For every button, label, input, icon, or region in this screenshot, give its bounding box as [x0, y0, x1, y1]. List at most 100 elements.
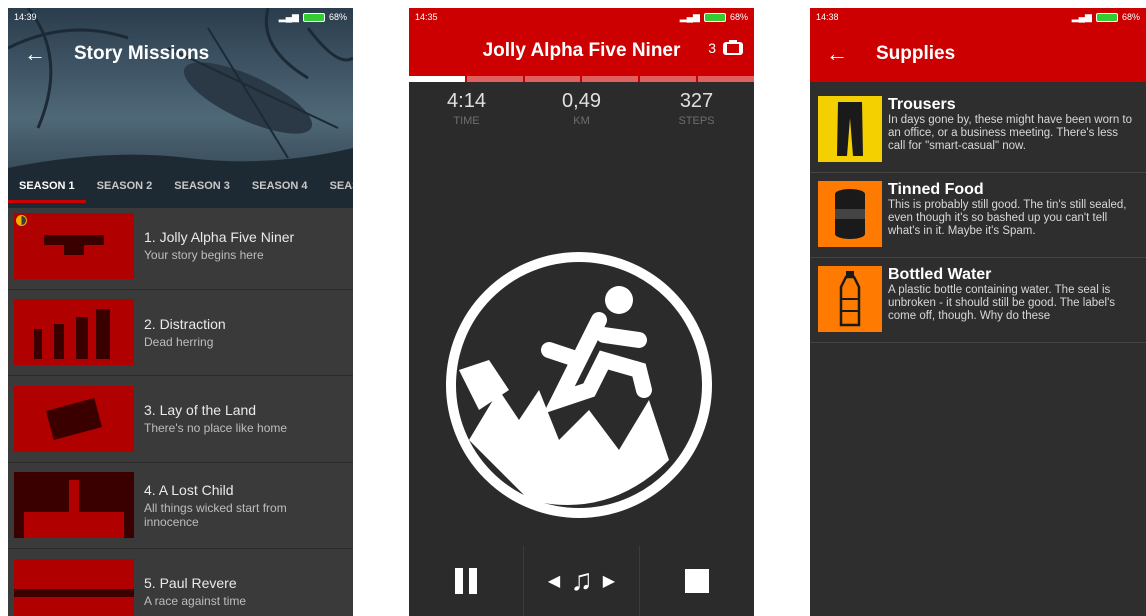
supplies-count: 3: [708, 40, 716, 56]
status-time: 14:35: [415, 12, 438, 22]
tab-season-2[interactable]: SEASON 2: [86, 173, 164, 203]
story-missions-screen: 14:39 ▂▄▆ 68% ← Story Missions SEASON 1 …: [8, 8, 353, 616]
stat-steps: 327 STEPS: [647, 90, 747, 127]
backpack-icon: [723, 40, 743, 55]
music-controls[interactable]: ◀ ♫ ▶: [524, 546, 640, 616]
mission-title: 2. Distraction: [144, 315, 226, 332]
volume-down-icon[interactable]: ◀: [548, 571, 560, 591]
mission-subtitle: All things wicked start from innocence: [144, 500, 287, 529]
mission-title: 4. A Lost Child: [144, 481, 234, 498]
list-item[interactable]: Trousers In days gone by, these might ha…: [810, 88, 1146, 173]
battery-icon: [703, 12, 726, 22]
mission-title: 5. Paul Revere: [144, 575, 237, 592]
list-item[interactable]: 2. Distraction Dead herring: [8, 290, 353, 376]
stat-time: 4:14 TIME: [417, 90, 517, 127]
run-controls: ◀ ♫ ▶: [409, 546, 754, 616]
app-header: 14:38 ▂▄▆ 68% ← Supplies: [810, 8, 1146, 82]
mission-thumbnail: [14, 558, 134, 616]
tab-season-4[interactable]: SEASON 4: [241, 173, 319, 203]
trousers-icon: [818, 96, 882, 162]
tab-season-1[interactable]: SEASON 1: [8, 173, 86, 203]
battery-level: 68%: [328, 12, 347, 22]
mission-thumbnail: [14, 212, 134, 279]
stat-value: 4:14: [447, 90, 486, 112]
supply-title: Tinned Food: [888, 181, 984, 198]
list-item[interactable]: 4. A Lost Child All things wicked start …: [8, 463, 353, 549]
stat-label: STEPS: [678, 115, 715, 127]
water-bottle-icon: [818, 266, 882, 332]
mission-title: 1. Jolly Alpha Five Niner: [144, 229, 295, 246]
status-bar: 14:35 ▂▄▆ 68%: [409, 8, 754, 26]
status-icons: ▂▄▆ 68%: [680, 12, 748, 23]
mission-title: 3. Lay of the Land: [144, 402, 257, 419]
status-time: 14:38: [816, 12, 839, 22]
list-item[interactable]: Bottled Water A plastic bottle containin…: [810, 258, 1146, 343]
tab-season-5[interactable]: SEAS: [319, 173, 353, 203]
tin-can-icon: [818, 181, 882, 247]
status-time: 14:39: [14, 12, 37, 22]
supplies-list: Trousers In days gone by, these might ha…: [810, 88, 1146, 343]
progress-segment: [640, 76, 697, 82]
list-item[interactable]: Tinned Food This is probably still good.…: [810, 173, 1146, 258]
status-bar: 14:39 ▂▄▆ 68%: [8, 8, 353, 26]
supply-title: Trousers: [888, 96, 956, 113]
music-note-icon[interactable]: ♫: [570, 564, 593, 598]
progress-segment: [582, 76, 639, 82]
supply-description: A plastic bottle containing water. The s…: [888, 284, 1116, 322]
signal-icon: ▂▄▆: [278, 11, 299, 22]
stop-icon: [684, 569, 709, 593]
volume-up-icon[interactable]: ▶: [603, 571, 615, 591]
stat-distance: 0,49 KM: [532, 90, 632, 127]
status-bar: 14:38 ▂▄▆ 68%: [810, 8, 1146, 26]
stat-value: 327: [679, 90, 714, 112]
supply-title: Bottled Water: [888, 266, 992, 283]
list-item[interactable]: 3. Lay of the Land There's no place like…: [8, 376, 353, 463]
stat-value: 0,49: [562, 90, 601, 112]
battery-icon: [302, 12, 325, 22]
stop-button[interactable]: [640, 546, 754, 616]
supplies-counter[interactable]: 3: [708, 40, 744, 56]
half-progress-icon: [16, 214, 27, 226]
stat-label: TIME: [453, 115, 480, 127]
mission-list: 1. Jolly Alpha Five Niner Your story beg…: [8, 203, 353, 616]
stat-label: KM: [573, 115, 590, 127]
battery-level: 68%: [1121, 12, 1140, 22]
list-item[interactable]: 1. Jolly Alpha Five Niner Your story beg…: [8, 203, 353, 290]
supply-description: In days gone by, these might have been w…: [888, 114, 1132, 152]
season-tabs: SEASON 1 SEASON 2 SEASON 3 SEASON 4 SEAS: [8, 173, 353, 203]
progress-segment: [524, 76, 581, 82]
mission-thumbnail: [14, 385, 134, 452]
progress-segment: [466, 76, 523, 82]
run-header: 14:35 ▂▄▆ 68% Jolly Alpha Five Niner 3: [409, 8, 754, 82]
mission-subtitle: There's no place like home: [144, 421, 288, 436]
mission-subtitle: A race against time: [144, 594, 247, 609]
battery-icon: [1095, 12, 1118, 22]
back-arrow-icon[interactable]: ←: [24, 41, 64, 67]
zombies-run-logo-icon: [446, 252, 712, 518]
supply-description: This is probably still good. The tin's s…: [888, 199, 1127, 237]
mission-subtitle: Dead herring: [144, 334, 214, 349]
mission-title: Jolly Alpha Five Niner: [482, 40, 681, 61]
signal-icon: ▂▄▆: [1071, 11, 1092, 22]
supplies-screen: 14:38 ▂▄▆ 68% ← Supplies Trousers In day…: [810, 8, 1146, 616]
back-arrow-icon[interactable]: ←: [826, 41, 866, 67]
pause-button[interactable]: [409, 546, 525, 616]
run-stats: 4:14 TIME 0,49 KM 327 STEPS: [409, 82, 754, 127]
list-item[interactable]: 5. Paul Revere A race against time: [8, 549, 353, 616]
page-title: Story Missions: [74, 43, 210, 64]
battery-level: 68%: [729, 12, 748, 22]
progress-segment: [698, 76, 754, 82]
tab-season-3[interactable]: SEASON 3: [163, 173, 241, 203]
page-title: Supplies: [876, 43, 956, 64]
mission-thumbnail: [14, 299, 134, 366]
status-icons: ▂▄▆ 68%: [1072, 12, 1140, 23]
pause-icon: [455, 568, 478, 594]
status-icons: ▂▄▆ 68%: [279, 12, 347, 23]
app-bar: ← Supplies: [810, 26, 1146, 82]
progress-segment: [409, 76, 465, 82]
signal-icon: ▂▄▆: [679, 11, 700, 22]
run-screen: 14:35 ▂▄▆ 68% Jolly Alpha Five Niner 3 4…: [409, 8, 754, 616]
app-bar: ← Story Missions: [8, 26, 353, 82]
mission-subtitle: Your story begins here: [144, 248, 264, 263]
mission-progress-bar: [409, 76, 754, 82]
